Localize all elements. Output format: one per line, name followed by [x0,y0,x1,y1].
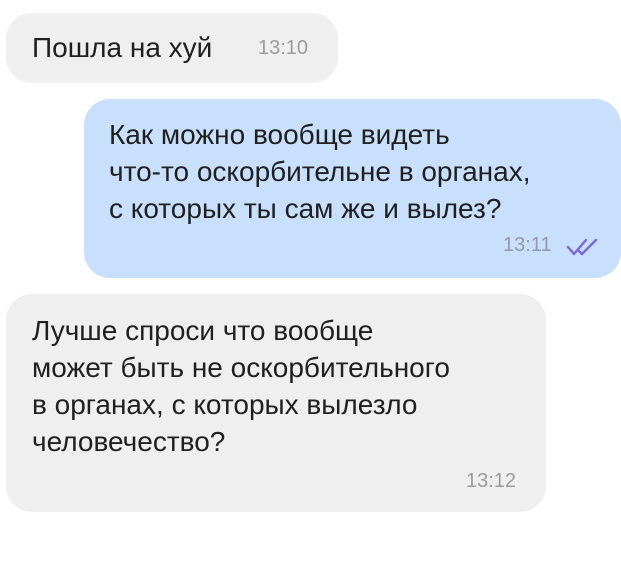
double-check-icon [566,238,598,256]
message-bubble-outgoing[interactable]: Как можно вообще видеть что-то оскорбите… [84,99,621,278]
message-text: Как можно вообще видеть что-то оскорбите… [109,116,531,227]
message-line: Как можно вообще видеть [109,119,450,150]
message-time: 13:10 [258,37,309,59]
message-line: может быть не оскорбительного [32,352,450,383]
message-time: 13:12 [466,470,517,492]
message-bubble-incoming[interactable]: Лучше спроси что вообще может быть не ос… [6,294,546,512]
message-text: Пошла на хуй [32,29,212,66]
message-time: 13:11 [503,234,552,256]
message-line: в органах, с которых вылезло [32,389,418,420]
message-line: Пошла на хуй [32,32,213,63]
message-line: Лучше спроси что вообще [32,315,374,346]
message-line: что-то оскорбительне в органах, [109,156,531,187]
message-line: с которых ты сам же и вылез? [109,193,502,224]
message-bubble-incoming[interactable]: Пошла на хуй 13:10 [6,13,338,83]
message-line: человечество? [32,426,226,457]
message-text: Лучше спроси что вообще может быть не ос… [32,312,450,460]
